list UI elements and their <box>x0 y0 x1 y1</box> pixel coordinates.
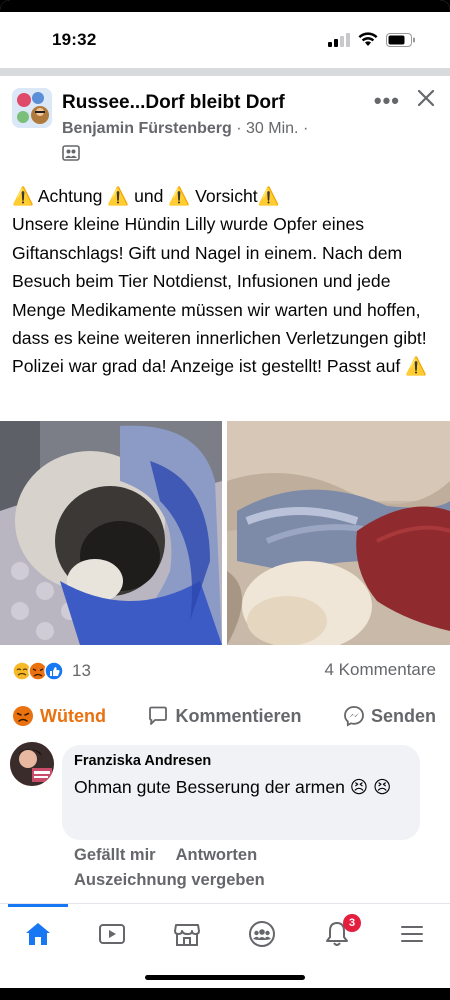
angry-icon <box>13 706 33 726</box>
reaction-icons <box>12 661 64 681</box>
status-bar: 19:32 <box>0 12 450 68</box>
comment-award-button[interactable]: Auszeichnung vergeben <box>74 871 265 890</box>
battery-icon <box>386 32 415 47</box>
post-photo-2[interactable] <box>227 421 450 645</box>
members-icon <box>62 145 80 161</box>
meta-trailing-dot: · <box>298 120 309 137</box>
comments-count[interactable]: 4 Kommentare <box>325 660 437 680</box>
send-label: Senden <box>370 705 436 726</box>
group-avatar[interactable] <box>12 88 52 128</box>
app-frame: 19:32 Russee...Dorf bleibt Dorf Benjamin… <box>0 0 450 1000</box>
menu-icon <box>401 926 423 942</box>
author-name[interactable]: Benjamin Fürstenberg <box>62 120 232 137</box>
post-meta: Benjamin Fürstenberg · 30 Min. · <box>62 120 308 138</box>
post-header: Russee...Dorf bleibt Dorf Benjamin Fürst… <box>0 84 450 168</box>
more-options-icon[interactable]: ••• <box>374 88 400 114</box>
react-label: Wütend <box>40 705 106 726</box>
group-name[interactable]: Russee...Dorf bleibt Dorf <box>62 92 285 114</box>
reaction-count: 13 <box>72 661 91 680</box>
comment-icon <box>149 706 168 725</box>
tab-notifications[interactable]: 3 <box>321 914 361 950</box>
active-tab-indicator <box>8 904 68 907</box>
reactions-summary[interactable]: 13 <box>12 659 91 683</box>
status-time: 19:32 <box>52 30 97 49</box>
tab-marketplace[interactable] <box>171 918 203 950</box>
bottom-tab-bar: 3 <box>0 903 450 1000</box>
comment-actions: Gefällt mir Antworten <box>74 846 277 865</box>
comment-label: Kommentieren <box>175 705 302 726</box>
send-button[interactable]: Senden <box>343 705 436 727</box>
commenter-name[interactable]: Franziska Andresen <box>74 753 408 769</box>
tab-home[interactable] <box>22 918 54 950</box>
top-border <box>0 0 450 12</box>
comment-like-button[interactable]: Gefällt mir <box>74 846 156 864</box>
post-text: ⚠️ Achtung ⚠️ und ⚠️ Vorsicht⚠️ Unsere k… <box>12 186 428 377</box>
react-button[interactable]: Wütend <box>12 705 106 727</box>
tab-groups[interactable] <box>246 918 278 950</box>
home-indicator <box>145 975 305 980</box>
messenger-icon <box>344 706 364 727</box>
home-icon <box>26 923 50 945</box>
wifi-icon <box>358 32 378 46</box>
signal-icon <box>328 32 350 47</box>
separator <box>0 68 450 76</box>
video-icon <box>99 924 125 944</box>
tab-menu[interactable] <box>396 918 428 950</box>
post-time[interactable]: 30 Min. <box>246 120 298 137</box>
comment-reply-button[interactable]: Antworten <box>176 846 258 864</box>
bottom-border <box>0 988 450 1000</box>
comment-bubble: Franziska Andresen Ohman gute Besserung … <box>62 745 420 840</box>
marketplace-icon <box>174 924 200 946</box>
post-actions: Wütend Kommentieren Senden <box>0 697 450 735</box>
commenter-avatar[interactable] <box>10 742 54 786</box>
comment-text: Ohman gute Besserung der armen 😣 😣 <box>74 777 392 797</box>
groups-icon <box>249 921 275 947</box>
tab-watch[interactable] <box>96 918 128 950</box>
status-icons <box>328 32 416 47</box>
meta-separator: · <box>231 120 247 137</box>
notifications-badge: 3 <box>343 914 361 932</box>
comment-button[interactable]: Kommentieren <box>147 705 302 727</box>
close-icon[interactable] <box>414 86 438 110</box>
post-photo-1[interactable] <box>0 421 222 645</box>
